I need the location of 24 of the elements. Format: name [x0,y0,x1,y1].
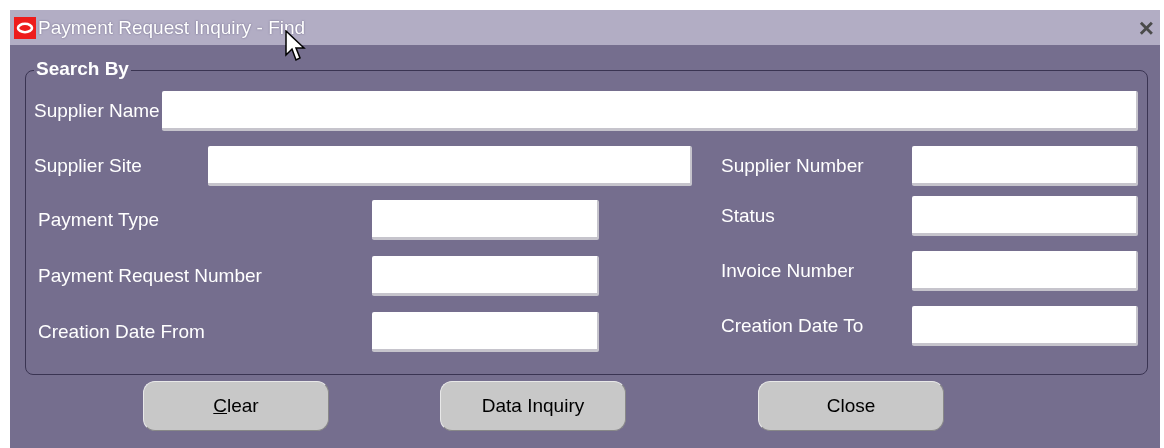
input-field[interactable] [372,256,599,296]
field-label: Payment Request Number [38,265,263,287]
window-title: Payment Request Inquiry - Find [38,16,307,39]
field-label: Invoice Number [721,259,855,282]
input-field[interactable] [208,146,692,186]
input-field[interactable] [372,312,599,352]
input-field[interactable] [372,200,599,240]
input-field[interactable] [161,91,1138,131]
input-field[interactable] [912,250,1138,291]
input-field[interactable] [912,146,1138,186]
field-label: Status [721,204,775,227]
field-label: Supplier Name [34,100,160,122]
logo-icon [14,16,36,39]
field-label: Supplier Site [34,155,143,177]
close-button[interactable]: × [1138,14,1154,41]
field-label: Supplier Number [721,155,864,177]
input-field[interactable] [912,195,1138,236]
input-field[interactable] [912,305,1138,346]
field-label: Payment Type [38,209,161,231]
field-label: Creation Date From [38,321,206,343]
field-label: Creation Date To [721,314,864,337]
dialog-button[interactable]: Clear [143,381,329,431]
dialog-button[interactable]: Close [758,381,944,431]
dialog-button[interactable]: Data Inquiry [440,381,626,431]
